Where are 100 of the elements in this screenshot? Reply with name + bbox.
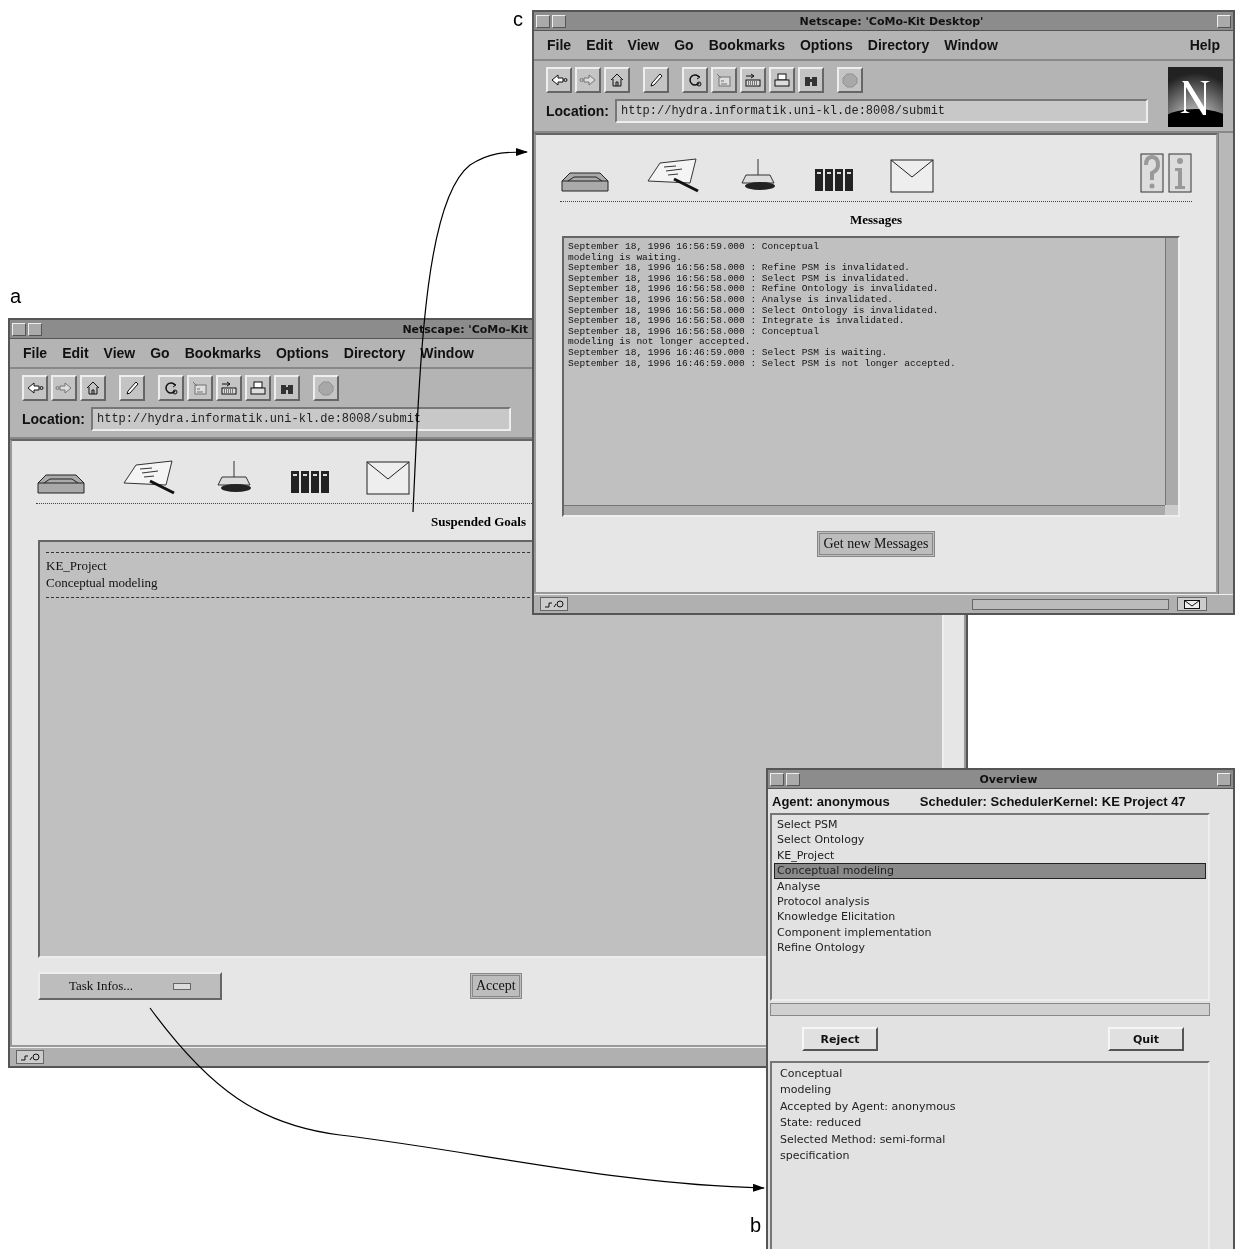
menu-item[interactable]: Bookmarks (184, 345, 261, 361)
menu-item[interactable]: Options (275, 345, 329, 361)
vertical-scrollbar[interactable] (1165, 238, 1178, 505)
task-item[interactable]: Conceptual modeling (774, 863, 1206, 879)
message-line: September 18, 1996 16:56:59.000 : Conceptual (568, 242, 820, 253)
maximize-button[interactable] (1217, 772, 1231, 786)
maximize-button[interactable] (1217, 14, 1231, 28)
menu-item[interactable]: Help (1189, 37, 1220, 53)
menu-item[interactable]: Edit (586, 37, 613, 53)
menu-item[interactable]: Bookmarks (708, 37, 785, 53)
minimize-button[interactable] (28, 322, 42, 336)
stand-icon (740, 157, 778, 193)
minimize-button[interactable] (786, 772, 800, 786)
task-item[interactable]: Select Ontology (774, 832, 1206, 848)
menu-item[interactable]: View (627, 37, 660, 53)
quit-button[interactable]: Quit (1108, 1027, 1184, 1051)
accept-button[interactable]: Accept (470, 973, 522, 999)
envelope-icon (366, 461, 410, 495)
picture-icon (715, 72, 733, 88)
task-item[interactable]: Protocol analysis (774, 894, 1206, 910)
scrollbar[interactable] (1218, 133, 1233, 594)
reload-button[interactable] (158, 375, 184, 401)
reload-button[interactable] (682, 67, 708, 93)
goal-item[interactable]: Conceptual modeling (46, 574, 158, 591)
goal-item[interactable]: KE_Project (46, 557, 107, 574)
detail-line: modeling (780, 1082, 833, 1099)
horizontal-scrollbar[interactable] (564, 505, 1165, 515)
task-item[interactable]: Refine Ontology (774, 940, 1206, 956)
location-label: Location: (22, 411, 85, 427)
task-item[interactable]: KE_Project (774, 847, 1206, 864)
detail-line: State: reduced (780, 1115, 863, 1132)
print-button[interactable] (769, 67, 795, 93)
menu-item[interactable]: File (23, 345, 48, 361)
figure-label: a (10, 285, 22, 308)
message-line: September 18, 1996 16:56:58.000 : Select Ontology is invalidated. (568, 305, 940, 316)
message-line: September 18, 1996 16:56:58.000 : Analyse is invalidated. (568, 294, 894, 306)
back-arrow-icon (26, 380, 44, 396)
task-item[interactable]: Knowledge Elicitation (774, 909, 1206, 925)
detail-line: specification (780, 1148, 851, 1165)
back-button[interactable] (546, 67, 572, 93)
menu-item[interactable]: File (547, 37, 572, 53)
find-button[interactable] (798, 67, 824, 93)
menu-item[interactable]: Go (674, 37, 694, 53)
security-status-icon (540, 597, 568, 611)
get-messages-button[interactable]: Get new Messages (816, 531, 936, 557)
task-item[interactable]: Analyse (774, 878, 1206, 895)
printer-icon (773, 72, 791, 88)
window-menu-button[interactable] (12, 322, 26, 336)
binders-icon (290, 469, 330, 495)
menu-item[interactable]: View (103, 345, 136, 361)
section-heading: Suspended Goals (431, 513, 526, 530)
task-infos-menu[interactable]: Task Infos... (38, 972, 222, 1000)
open-button[interactable] (740, 67, 766, 93)
window-title: Overview (978, 772, 1039, 786)
question-mark-icon (1140, 153, 1164, 193)
forward-arrow-icon (579, 72, 597, 88)
envelope-icon (890, 159, 934, 193)
window-menu-button[interactable] (536, 14, 550, 28)
forward-arrow-icon (55, 380, 73, 396)
task-item[interactable]: Select PSM (774, 817, 1206, 833)
agent-label: Agent: anonymous (772, 793, 890, 809)
back-arrow-icon (550, 72, 568, 88)
open-button[interactable] (216, 375, 242, 401)
reject-button[interactable]: Reject (802, 1027, 878, 1051)
message-line: September 18, 1996 16:56:58.000 : Select PSM is invalidated. (568, 273, 912, 284)
home-button[interactable] (80, 375, 106, 401)
stand-icon (216, 459, 254, 495)
minimize-button[interactable] (552, 14, 566, 28)
browser-logo (1168, 67, 1223, 127)
window-menu-button[interactable] (770, 772, 784, 786)
detail-line: Accepted by Agent: anonymous (780, 1098, 957, 1115)
house-icon (84, 380, 102, 396)
detail-line: Selected Method: semi-formal (780, 1131, 947, 1148)
print-button[interactable] (245, 375, 271, 401)
message-line: September 18, 1996 16:56:58.000 : Refine PSM is invalidated. (568, 263, 912, 274)
figure-label: b (750, 1214, 762, 1237)
find-button[interactable] (274, 375, 300, 401)
security-status-icon (16, 1050, 44, 1064)
window-title: Netscape: 'CoMo-Kit Desktop' (798, 14, 985, 28)
menu-item[interactable]: Edit (62, 345, 89, 361)
edit-button[interactable] (643, 67, 669, 93)
message-line: September 18, 1996 16:56:58.000 : Integrate is invalidated. (568, 316, 906, 327)
home-button[interactable] (604, 67, 630, 93)
back-button[interactable] (22, 375, 48, 401)
menu-item[interactable]: Options (799, 37, 853, 53)
menu-item[interactable]: Go (150, 345, 170, 361)
stop-sign-icon (841, 72, 859, 88)
menu-item[interactable]: Directory (343, 345, 406, 361)
message-line: September 18, 1996 16:56:58.000 : Conceptual (568, 326, 820, 337)
menu-item[interactable]: Window (944, 37, 998, 53)
info-icon (1168, 153, 1192, 193)
location-label: Location: (546, 103, 609, 119)
section-heading: Messages (849, 211, 903, 228)
edit-button[interactable] (119, 375, 145, 401)
menu-item[interactable]: Directory (867, 37, 930, 53)
keyboard-icon (220, 380, 238, 396)
task-item[interactable]: Component implementation (774, 924, 1206, 941)
url-field[interactable]: http://hydra.informatik.uni-kl.de:8008/submit (615, 99, 1148, 123)
horizontal-scrollbar[interactable] (770, 1003, 1210, 1016)
pencil-icon (123, 380, 141, 396)
